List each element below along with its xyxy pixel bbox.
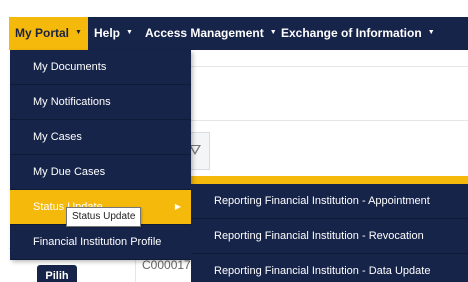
nav-my-portal[interactable]: My Portal ▼	[9, 17, 88, 50]
chevron-right-icon: ▶	[174, 202, 181, 211]
navbar-menu: My Portal ▼ Help ▼ Access Management ▼ Exch…	[9, 17, 468, 50]
case-id-cell: C000017	[142, 258, 191, 272]
menu-item-financial-institution-profile[interactable]: Financial Institution Profile	[10, 225, 191, 260]
top-navbar: My Portal ▼ Help ▼ Access Management ▼ Exch…	[0, 0, 468, 50]
nav-my-portal-label: My Portal	[15, 26, 70, 40]
chevron-down-icon: ▼	[126, 29, 133, 37]
nav-exchange-of-information[interactable]: Exchange of Information ▼	[281, 17, 435, 50]
status-update-submenu: Reporting Financial Institution - Appoin…	[191, 184, 468, 282]
chevron-down-icon: ▼	[269, 29, 277, 37]
menu-item-my-cases[interactable]: My Cases	[10, 120, 191, 155]
nav-access-management[interactable]: Access Management ▼	[145, 17, 277, 50]
status-update-tooltip: Status Update	[66, 207, 142, 227]
nav-exchange-of-information-label: Exchange of Information	[281, 26, 422, 40]
submenu-item-revocation[interactable]: Reporting Financial Institution - Revoca…	[191, 219, 468, 254]
content-divider	[190, 120, 468, 121]
submenu-item-appointment[interactable]: Reporting Financial Institution - Appoin…	[191, 184, 468, 219]
chevron-down-icon: ▼	[427, 29, 435, 37]
nav-help-label: Help	[94, 26, 121, 40]
pilih-button[interactable]: Pilih	[37, 265, 77, 282]
table-header-strip	[190, 176, 468, 184]
nav-access-management-label: Access Management	[145, 26, 264, 40]
chevron-down-icon: ▼	[75, 29, 82, 37]
menu-item-my-notifications[interactable]: My Notifications	[10, 85, 191, 120]
content-divider	[190, 66, 468, 67]
my-portal-dropdown: My Documents My Notifications My Cases M…	[10, 50, 191, 260]
nav-help[interactable]: Help ▼	[94, 17, 133, 50]
menu-item-my-documents[interactable]: My Documents	[10, 50, 191, 85]
submenu-item-data-update[interactable]: Reporting Financial Institution - Data U…	[191, 254, 468, 282]
page: ⛛ Pilih C000017 My Portal ▼ Help ▼ Access …	[0, 0, 468, 282]
menu-item-my-due-cases[interactable]: My Due Cases	[10, 155, 191, 190]
